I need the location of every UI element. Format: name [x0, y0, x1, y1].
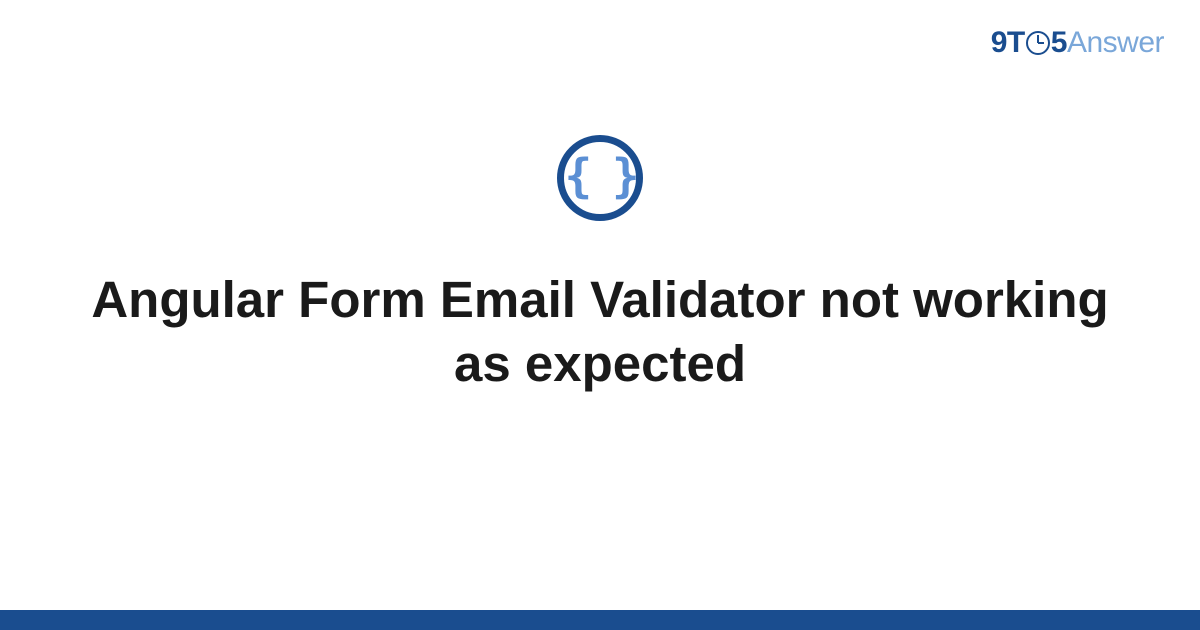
brand-part-9t: 9T	[991, 26, 1025, 60]
page-title: Angular Form Email Validator not working…	[0, 268, 1200, 396]
brand-logo: 9T 5 Answer	[991, 26, 1164, 60]
clock-icon	[1026, 31, 1050, 55]
braces-glyph: { }	[564, 153, 635, 199]
code-braces-icon: { }	[557, 135, 643, 221]
brand-part-5: 5	[1051, 26, 1067, 60]
brand-part-answer: Answer	[1067, 26, 1164, 60]
footer-accent-bar	[0, 610, 1200, 630]
